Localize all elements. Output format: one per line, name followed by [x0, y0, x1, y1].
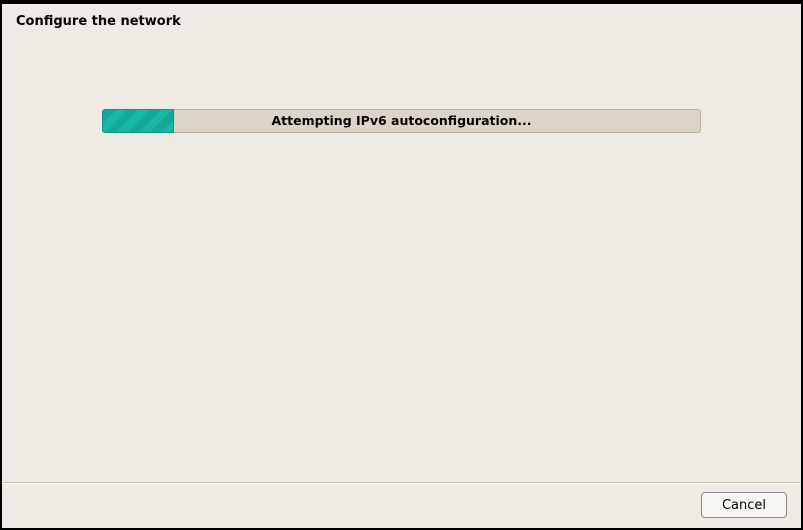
page-title: Configure the network	[16, 14, 181, 29]
progress-label: Attempting IPv6 autoconfiguration...	[102, 109, 701, 133]
cancel-button[interactable]: Cancel	[701, 492, 787, 518]
progress-bar: Attempting IPv6 autoconfiguration...	[102, 109, 701, 133]
footer-bar: Cancel	[2, 482, 801, 528]
installer-window: Configure the network Attempting IPv6 au…	[1, 3, 802, 529]
